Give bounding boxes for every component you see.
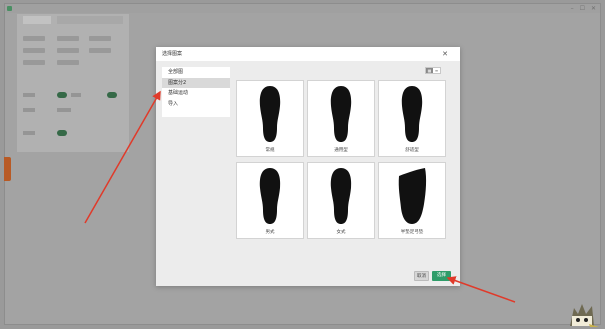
category-item-pattern2[interactable]: 图案分2 <box>162 77 230 88</box>
select-button[interactable]: 选择 <box>432 271 451 281</box>
background-label <box>23 108 35 112</box>
background-toggle <box>107 92 117 98</box>
insole-icon <box>259 168 281 224</box>
mascot-icon <box>570 304 599 327</box>
close-icon[interactable]: ✕ <box>442 47 448 61</box>
insole-icon <box>330 168 352 224</box>
pattern-card-label: 通用型 <box>334 148 348 153</box>
list-view-icon[interactable]: ≡ <box>433 68 440 73</box>
insole-icon <box>401 86 423 142</box>
background-tab <box>57 16 123 24</box>
background-toggle <box>57 130 67 136</box>
pattern-card[interactable]: 女式 <box>307 162 375 239</box>
title-bar: – ☐ ✕ <box>5 4 600 13</box>
pattern-card-label: 舒适型 <box>405 148 419 153</box>
background-label <box>23 93 35 97</box>
pattern-card-label: 男式 <box>265 230 275 235</box>
background-field <box>23 48 45 53</box>
category-item-import[interactable]: 导入 <box>162 99 230 110</box>
category-item-sport[interactable]: 基础运动 <box>162 88 230 99</box>
pattern-card[interactable]: 通用型 <box>307 80 375 157</box>
background-field <box>57 60 79 65</box>
background-field <box>89 36 111 41</box>
category-sidebar: 全部图 图案分2 基础运动 导入 <box>162 67 230 117</box>
app-logo-icon <box>7 6 12 11</box>
background-field <box>23 60 45 65</box>
select-pattern-dialog: 选择图案 ✕ 全部图 图案分2 基础运动 导入 ▦ ≡ 常规 通用型 舒适型 男… <box>156 47 460 286</box>
pattern-card[interactable]: 半垫足弓垫 <box>378 162 446 239</box>
pattern-card[interactable]: 男式 <box>236 162 304 239</box>
dialog-title: 选择图案 <box>162 51 183 57</box>
pattern-card[interactable]: 常规 <box>236 80 304 157</box>
insole-icon <box>259 86 281 142</box>
maximize-icon[interactable]: ☐ <box>580 4 585 13</box>
background-field <box>57 48 79 53</box>
background-label <box>23 131 35 135</box>
category-item-all[interactable]: 全部图 <box>162 67 230 78</box>
pattern-grid: 常规 通用型 舒适型 男式 女式 半垫足弓垫 <box>236 80 448 240</box>
side-collapse-tab[interactable] <box>4 157 11 181</box>
background-toggle <box>57 92 67 98</box>
dialog-footer: 取消 选择 <box>156 266 460 286</box>
pattern-card-label: 常规 <box>265 148 275 153</box>
pattern-card-label: 半垫足弓垫 <box>400 230 424 235</box>
minimize-icon[interactable]: – <box>571 4 574 13</box>
grid-view-icon[interactable]: ▦ <box>426 68 433 73</box>
view-toggle: ▦ ≡ <box>425 67 441 74</box>
pattern-card[interactable]: 舒适型 <box>378 80 446 157</box>
background-field <box>23 36 45 41</box>
close-window-icon[interactable]: ✕ <box>591 4 596 13</box>
background-field <box>57 36 79 41</box>
insole-icon <box>330 86 352 142</box>
pattern-card-label: 女式 <box>336 230 346 235</box>
background-field <box>89 48 111 53</box>
background-label <box>57 108 71 112</box>
window-controls: – ☐ ✕ <box>571 4 596 13</box>
cancel-button[interactable]: 取消 <box>414 271 429 281</box>
dialog-header: 选择图案 ✕ <box>156 47 460 61</box>
background-tab <box>23 16 51 24</box>
half-insole-icon <box>398 168 427 224</box>
dialog-body: 全部图 图案分2 基础运动 导入 ▦ ≡ 常规 通用型 舒适型 男式 女式 半垫… <box>156 61 460 266</box>
background-settings-panel <box>17 14 129 152</box>
background-label <box>71 93 81 97</box>
